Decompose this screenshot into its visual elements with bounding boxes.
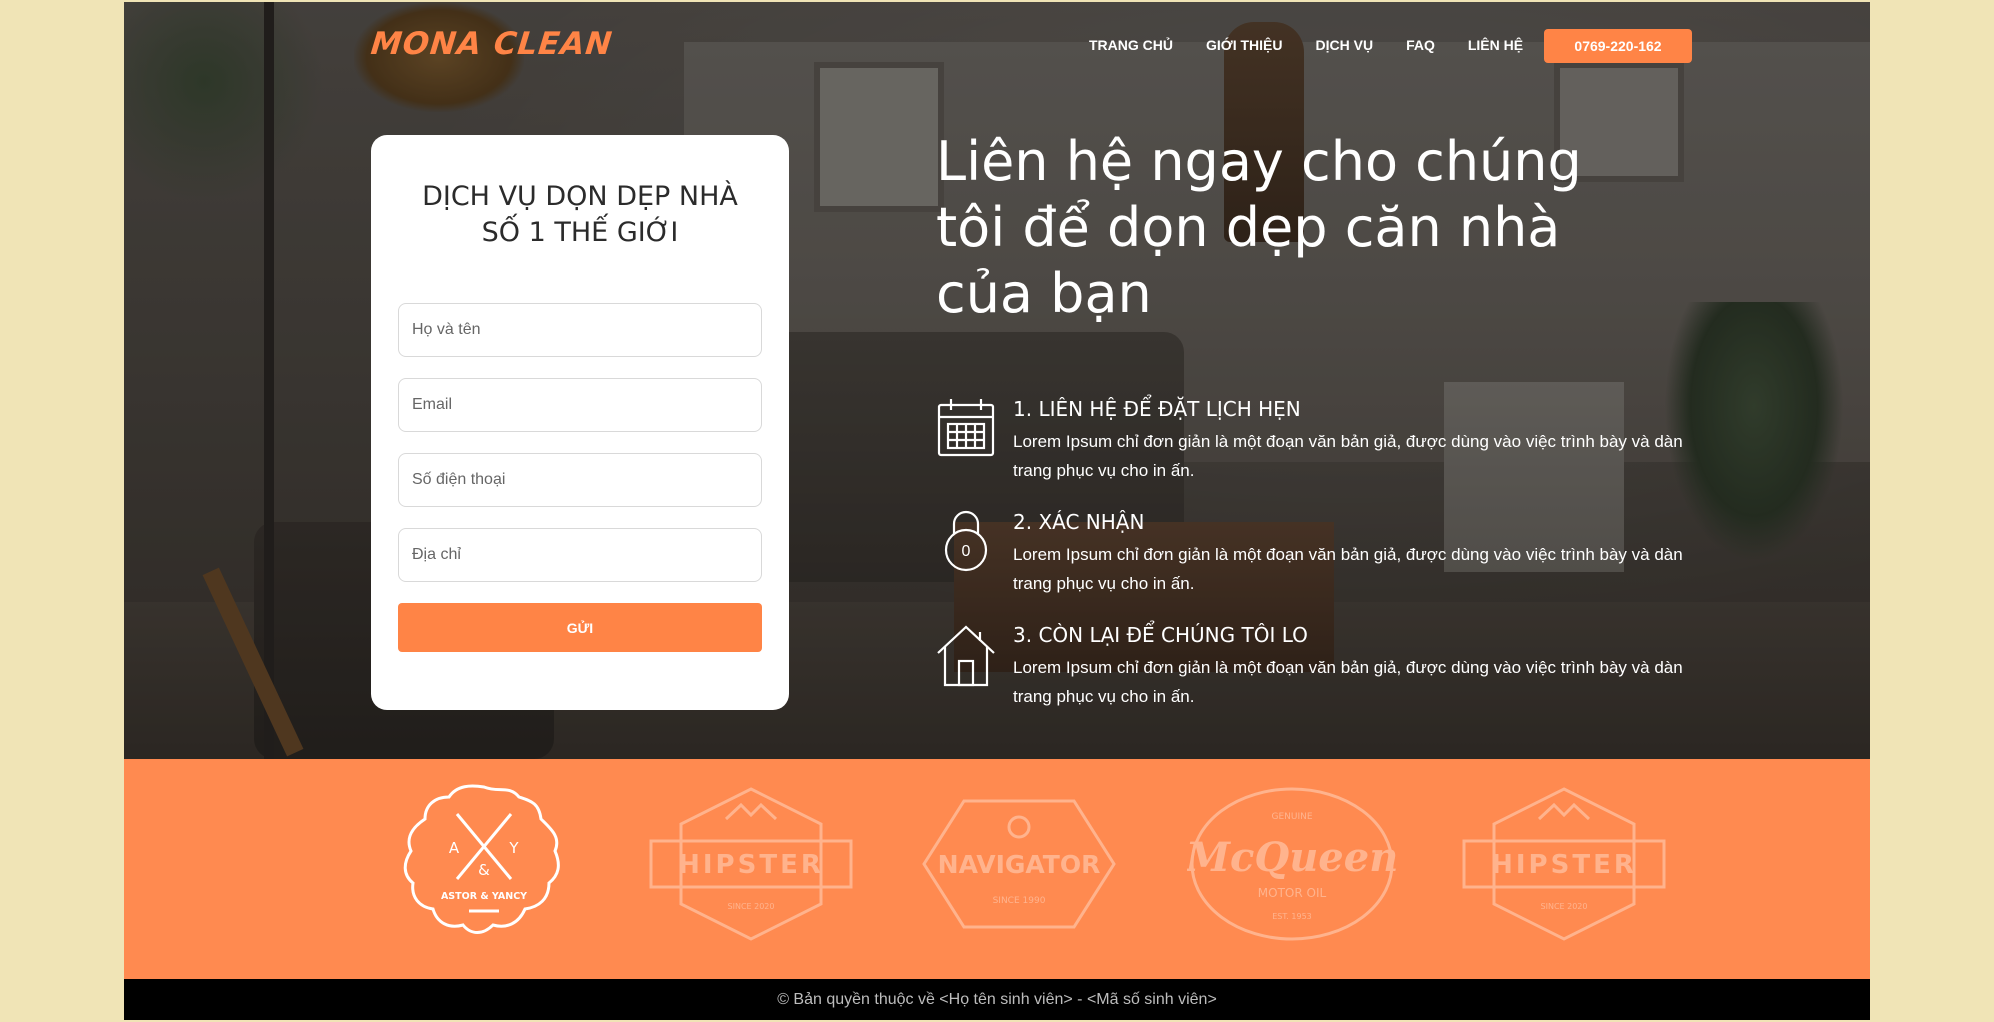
- house-icon: [936, 623, 996, 689]
- astor-yancy-logo: A Y & ASTOR & YANCY: [399, 779, 569, 949]
- step-1-desc: Lorem Ipsum chỉ đơn giản là một đoạn văn…: [1013, 432, 1683, 480]
- step-1-title: 1. LIÊN HỆ ĐỂ ĐẶT LỊCH HẸN: [1013, 397, 1301, 421]
- phone-field[interactable]: [398, 453, 762, 507]
- step-3-title: 3. CÒN LẠI ĐỂ CHÚNG TÔI LO: [1013, 623, 1308, 647]
- nav-item-home[interactable]: TRANG CHỦ: [1089, 37, 1173, 53]
- partner-logos: A Y & ASTOR & YANCY HIPSTER SINCE 2020 N…: [124, 759, 1870, 979]
- lock-badge: 0: [962, 543, 971, 560]
- phone-button[interactable]: 0769-220-162: [1544, 29, 1692, 63]
- mcqueen-logo: GENUINE McQueen MOTOR OIL EST. 1953: [1187, 779, 1397, 949]
- hipster-logo: HIPSTER SINCE 2020: [646, 779, 856, 949]
- page: MONA CLEAN TRANG CHỦ GIỚI THIỆU DỊCH VỤ …: [124, 2, 1870, 1020]
- form-title: DỊCH VỤ DỌN DẸP NHÀ SỐ 1 THẾ GIỚI: [422, 181, 738, 248]
- email-field[interactable]: [398, 378, 762, 432]
- site-logo[interactable]: MONA CLEAN: [369, 26, 614, 62]
- footer: © Bản quyền thuộc về <Họ tên sinh viên> …: [124, 979, 1870, 1020]
- step-2-title: 2. XÁC NHẬN: [1013, 510, 1145, 534]
- navigator-logo: NAVIGATOR SINCE 1990: [914, 779, 1124, 949]
- svg-text:EST. 1953: EST. 1953: [1272, 912, 1312, 921]
- svg-text:&: &: [478, 861, 490, 879]
- svg-text:NAVIGATOR: NAVIGATOR: [938, 850, 1101, 879]
- name-field[interactable]: [398, 303, 762, 357]
- svg-text:SINCE 2020: SINCE 2020: [1541, 902, 1588, 911]
- nav-item-services[interactable]: DỊCH VỤ: [1316, 37, 1374, 53]
- svg-text:SINCE 1990: SINCE 1990: [993, 896, 1046, 906]
- booking-form: DỊCH VỤ DỌN DẸP NHÀ SỐ 1 THẾ GIỚI GỬI: [371, 135, 789, 710]
- nav-item-contact[interactable]: LIÊN HỆ: [1468, 37, 1523, 53]
- submit-button[interactable]: GỬI: [398, 603, 762, 652]
- svg-text:McQueen: McQueen: [1187, 834, 1397, 881]
- address-field[interactable]: [398, 528, 762, 582]
- hipster-logo-2: HIPSTER SINCE 2020: [1459, 779, 1669, 949]
- calendar-icon: [936, 397, 996, 463]
- svg-text:HIPSTER: HIPSTER: [1491, 850, 1637, 880]
- step-2-desc: Lorem Ipsum chỉ đơn giản là một đoạn văn…: [1013, 545, 1683, 593]
- svg-text:MOTOR OIL: MOTOR OIL: [1258, 886, 1327, 900]
- main-nav: TRANG CHỦ GIỚI THIỆU DỊCH VỤ FAQ LIÊN HỆ: [1089, 37, 1556, 53]
- svg-text:ASTOR & YANCY: ASTOR & YANCY: [441, 891, 527, 902]
- copyright-text: © Bản quyền thuộc về <Họ tên sinh viên> …: [777, 990, 1217, 1008]
- nav-item-faq[interactable]: FAQ: [1406, 37, 1435, 53]
- hero-headline: Liên hệ ngay cho chúng tôi để dọn dẹp că…: [936, 130, 1582, 325]
- svg-text:SINCE 2020: SINCE 2020: [728, 902, 775, 911]
- svg-text:A: A: [449, 839, 460, 857]
- svg-text:HIPSTER: HIPSTER: [678, 850, 824, 880]
- nav-item-about[interactable]: GIỚI THIỆU: [1206, 37, 1283, 53]
- svg-text:Y: Y: [508, 839, 519, 857]
- step-3-desc: Lorem Ipsum chỉ đơn giản là một đoạn văn…: [1013, 658, 1683, 706]
- lock-icon: 0: [936, 510, 996, 576]
- hero-section: MONA CLEAN TRANG CHỦ GIỚI THIỆU DỊCH VỤ …: [124, 2, 1870, 759]
- svg-text:GENUINE: GENUINE: [1271, 812, 1312, 822]
